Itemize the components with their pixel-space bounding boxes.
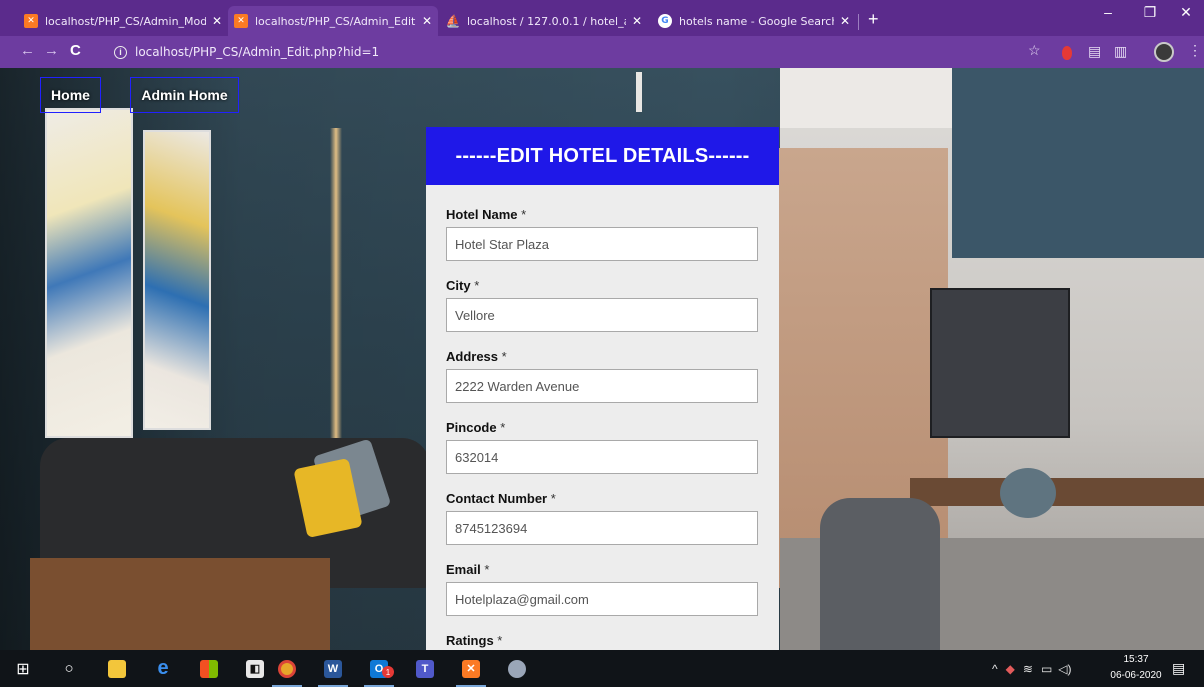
background-image — [45, 108, 133, 438]
back-arrow-icon[interactable]: ← — [20, 42, 35, 59]
network-alert-icon[interactable]: ◆ — [1006, 662, 1015, 676]
hotel-name-field: Hotel Name * — [446, 207, 758, 261]
browser-tab-phpmyadmin[interactable]: ⛵ localhost / 127.0.0.1 / hotel_acm ✕ — [440, 6, 648, 36]
tab-label: localhost/PHP_CS/Admin_Edit.ph — [255, 14, 416, 28]
ratings-label: Ratings * — [446, 633, 503, 648]
edit-hotel-form: ------EDIT HOTEL DETAILS------ Hotel Nam… — [426, 127, 779, 650]
address-field: Address * — [446, 349, 758, 403]
url-text: localhost/PHP_CS/Admin_Edit.php?hid=1 — [135, 45, 380, 59]
email-field: Email * — [446, 562, 758, 616]
file-explorer-icon[interactable] — [94, 650, 140, 687]
browser-tab-admin-mod[interactable]: ✕ localhost/PHP_CS/Admin_Mod.p ✕ — [18, 6, 228, 36]
background-image — [820, 498, 940, 650]
restore-icon[interactable]: ❐ — [1130, 4, 1170, 21]
minimize-icon[interactable]: – — [1088, 4, 1128, 20]
extension-opera-icon[interactable] — [1062, 46, 1072, 60]
city-label: City * — [446, 278, 480, 293]
home-link[interactable]: Home — [40, 77, 101, 113]
browser-tab-strip: ✕ localhost/PHP_CS/Admin_Mod.p ✕ ✕ local… — [0, 0, 1204, 36]
menu-kebab-icon[interactable]: ⋮ — [1188, 42, 1202, 59]
background-image — [930, 288, 1070, 438]
app2-icon[interactable] — [494, 650, 540, 687]
admin-home-link[interactable]: Admin Home — [130, 77, 239, 113]
address-label: Address * — [446, 349, 507, 364]
battery-icon[interactable]: ▭ — [1041, 662, 1052, 676]
close-icon[interactable]: ✕ — [840, 14, 850, 28]
system-tray: ^ ◆ ≋ ▭ ◁) — [992, 650, 1078, 687]
background-image — [330, 128, 342, 468]
hotel-name-label: Hotel Name * — [446, 207, 527, 222]
pincode-label: Pincode * — [446, 420, 506, 435]
background-image — [910, 478, 1204, 506]
tab-divider — [858, 14, 859, 30]
word-icon[interactable]: W — [310, 650, 356, 687]
contact-number-label: Contact Number * — [446, 491, 556, 506]
tab-label: localhost/PHP_CS/Admin_Mod.p — [45, 14, 206, 28]
chrome-icon[interactable] — [264, 650, 310, 687]
wifi-icon[interactable]: ≋ — [1023, 662, 1033, 676]
search-icon[interactable]: ○ — [46, 650, 92, 687]
taskbar-clock[interactable]: 15:37 06-06-2020 — [1108, 652, 1164, 684]
city-field: City * — [446, 278, 758, 332]
extension-chart-icon[interactable]: ▥ — [1114, 43, 1127, 60]
email-label: Email * — [446, 562, 490, 577]
address-bar[interactable]: i localhost/PHP_CS/Admin_Edit.php?hid=1 — [106, 41, 1026, 63]
browser-tab-admin-edit[interactable]: ✕ localhost/PHP_CS/Admin_Edit.ph ✕ — [228, 6, 438, 36]
extension-icon[interactable]: ▤ — [1088, 43, 1101, 60]
form-title: ------EDIT HOTEL DETAILS------ — [426, 127, 779, 185]
windows-taskbar: ⊞ ○ e ◧ W O 1 T ✕ ^ ◆ ≋ ▭ ◁) ▤ — [0, 650, 1204, 687]
background-image — [1000, 468, 1056, 518]
google-icon: G — [658, 14, 672, 28]
browser-toolbar: ← → C i localhost/PHP_CS/Admin_Edit.php?… — [0, 36, 1204, 68]
reload-icon[interactable]: C — [70, 42, 81, 59]
teams-icon[interactable]: T — [402, 650, 448, 687]
browser-tab-google[interactable]: G hotels name - Google Search ✕ — [652, 6, 856, 36]
pincode-field: Pincode * — [446, 420, 758, 474]
contact-number-field: Contact Number * — [446, 491, 758, 545]
close-icon[interactable]: ✕ — [422, 14, 432, 28]
close-icon[interactable]: ✕ — [212, 14, 222, 28]
close-icon[interactable]: ✕ — [632, 14, 642, 28]
tab-label: hotels name - Google Search — [679, 14, 834, 28]
contact-number-input[interactable] — [446, 511, 758, 545]
store-icon[interactable] — [186, 650, 232, 687]
chevron-up-icon[interactable]: ^ — [992, 662, 998, 676]
background-image — [143, 130, 211, 430]
clock-date: 06-06-2020 — [1110, 670, 1162, 681]
pincode-input[interactable] — [446, 440, 758, 474]
page-content: Home Admin Home ------EDIT HOTEL DETAILS… — [0, 68, 1204, 650]
notification-badge: 1 — [382, 666, 394, 678]
city-input[interactable] — [446, 298, 758, 332]
xampp-icon: ✕ — [234, 14, 248, 28]
background-image — [30, 558, 330, 650]
background-image — [636, 72, 642, 112]
window-close-icon[interactable]: ✕ — [1166, 4, 1204, 21]
email-input[interactable] — [446, 582, 758, 616]
xampp-icon: ✕ — [24, 14, 38, 28]
background-image — [952, 68, 1204, 258]
windows-start-icon[interactable]: ⊞ — [0, 650, 46, 687]
profile-avatar[interactable] — [1154, 42, 1174, 62]
volume-icon[interactable]: ◁) — [1058, 662, 1071, 676]
clock-time: 15:37 — [1123, 654, 1149, 665]
action-center-icon[interactable]: ▤ — [1172, 660, 1185, 677]
edge-icon[interactable]: e — [140, 650, 186, 687]
bookmark-star-icon[interactable]: ☆ — [1028, 42, 1041, 59]
ratings-field: Ratings * — [446, 633, 758, 650]
xampp-icon[interactable]: ✕ — [448, 650, 494, 687]
phpmyadmin-icon: ⛵ — [445, 14, 461, 28]
info-icon[interactable]: i — [114, 45, 127, 59]
address-input[interactable] — [446, 369, 758, 403]
outlook-icon[interactable]: O 1 — [356, 650, 402, 687]
forward-arrow-icon[interactable]: → — [44, 42, 59, 59]
hotel-name-input[interactable] — [446, 227, 758, 261]
tab-label: localhost / 127.0.0.1 / hotel_acm — [467, 14, 626, 28]
new-tab-icon[interactable]: + — [868, 9, 879, 30]
